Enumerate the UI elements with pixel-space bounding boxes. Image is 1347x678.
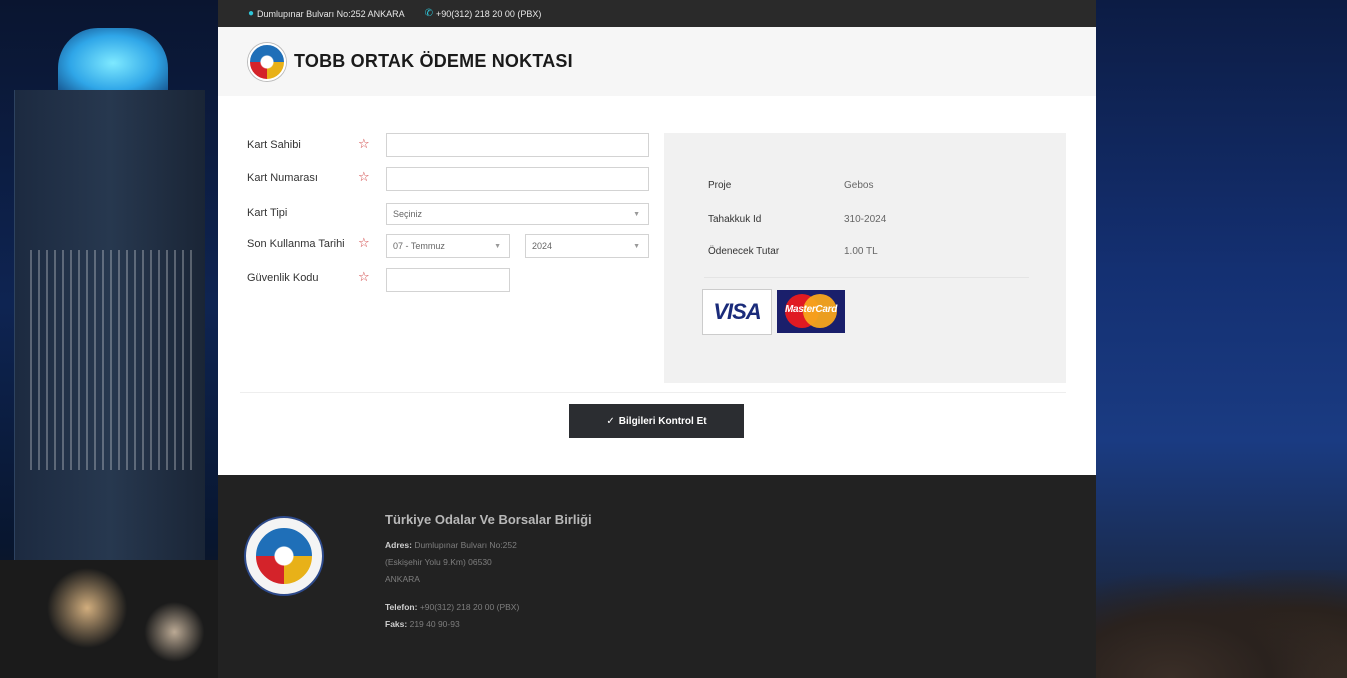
footer-address-value1: Dumlupınar Bulvarı No:252 bbox=[414, 540, 517, 550]
payment-page: ● Dumlupınar Bulvarı No:252 ANKARA ✆ +90… bbox=[218, 0, 1096, 678]
amount-label: Ödenecek Tutar bbox=[708, 246, 780, 257]
chevron-down-icon: ▼ bbox=[633, 210, 640, 218]
chevron-down-icon: ▼ bbox=[494, 242, 501, 250]
card-holder-label: Kart Sahibi bbox=[247, 139, 301, 151]
footer-address-label: Adres: bbox=[385, 540, 412, 550]
tower-lights bbox=[24, 250, 194, 470]
topbar-phone: ✆ +90(312) 218 20 00 (PBX) bbox=[425, 8, 542, 19]
visa-logo-text: VISA bbox=[713, 299, 761, 324]
footer-phone-label: Telefon: bbox=[385, 602, 418, 612]
security-code-input[interactable] bbox=[386, 268, 510, 292]
expiry-month-value: 07 - Temmuz bbox=[393, 241, 445, 251]
expiry-year-select[interactable]: 2024 ▼ bbox=[525, 234, 649, 258]
accrual-id-label: Tahakkuk Id bbox=[708, 214, 762, 225]
phone-icon: ✆ bbox=[424, 8, 434, 19]
topbar-address: ● Dumlupınar Bulvarı No:252 ANKARA bbox=[248, 8, 405, 19]
footer-phone-value: +90(312) 218 20 00 (PBX) bbox=[419, 602, 520, 612]
footer-phone: Telefon: +90(312) 218 20 00 (PBX) bbox=[385, 602, 519, 612]
footer-org-name: Türkiye Odalar Ve Borsalar Birliği bbox=[385, 512, 592, 527]
payment-summary-box: Proje Gebos Tahakkuk Id 310-2024 Ödenece… bbox=[664, 133, 1066, 383]
form-area: Kart Sahibi ☆ Kart Numarası ☆ Kart Tipi … bbox=[218, 96, 1096, 474]
accrual-id-value: 310-2024 bbox=[844, 214, 887, 225]
card-type-value: Seçiniz bbox=[393, 209, 423, 219]
footer: Türkiye Odalar Ve Borsalar Birliği Adres… bbox=[218, 475, 1096, 678]
brand-header: TOBB ORTAK ÖDEME NOKTASI bbox=[218, 27, 1096, 96]
visa-logo-icon: VISA bbox=[702, 289, 772, 335]
topbar-phone-text: +90(312) 218 20 00 (PBX) bbox=[436, 8, 542, 19]
mastercard-logo-icon: MasterCard bbox=[777, 290, 845, 333]
footer-fax: Faks: 219 40 90-93 bbox=[385, 619, 460, 629]
card-number-input[interactable] bbox=[386, 167, 649, 191]
chevron-down-icon: ▼ bbox=[633, 242, 640, 250]
card-type-select[interactable]: Seçiniz ▼ bbox=[386, 203, 649, 225]
expiry-label: Son Kullanma Tarihi bbox=[247, 238, 345, 250]
topbar-address-text: Dumlupınar Bulvarı No:252 ANKARA bbox=[257, 8, 405, 19]
tower-crown bbox=[58, 28, 168, 98]
form-divider bbox=[240, 392, 1066, 393]
footer-fax-value: 219 40 90-93 bbox=[409, 619, 460, 629]
ground-lights bbox=[0, 560, 218, 678]
project-label: Proje bbox=[708, 180, 732, 191]
project-value: Gebos bbox=[844, 180, 874, 191]
check-details-button[interactable]: ✓ Bilgileri Kontrol Et bbox=[569, 404, 744, 438]
footer-address-line1: Adres: Dumlupınar Bulvarı No:252 bbox=[385, 540, 517, 550]
top-info-bar: ● Dumlupınar Bulvarı No:252 ANKARA ✆ +90… bbox=[218, 0, 1096, 27]
card-type-label: Kart Tipi bbox=[247, 207, 288, 219]
card-number-label: Kart Numarası bbox=[247, 172, 318, 184]
location-pin-icon: ● bbox=[248, 8, 255, 19]
expiry-year-value: 2024 bbox=[532, 241, 553, 251]
tobb-seal-icon bbox=[246, 518, 322, 594]
footer-address-line3: ANKARA bbox=[385, 574, 420, 584]
footer-fax-label: Faks: bbox=[385, 619, 408, 629]
checkmark-icon: ✓ bbox=[606, 415, 615, 427]
amount-value: 1.00 TL bbox=[844, 246, 878, 257]
background-building-left bbox=[0, 0, 218, 678]
required-star-icon: ☆ bbox=[358, 235, 370, 250]
footer-address-line2: (Eskişehir Yolu 9.Km) 06530 bbox=[385, 557, 492, 567]
page-title: TOBB ORTAK ÖDEME NOKTASI bbox=[294, 51, 573, 71]
card-holder-input[interactable] bbox=[386, 133, 649, 157]
required-star-icon: ☆ bbox=[358, 269, 370, 284]
required-star-icon: ☆ bbox=[358, 136, 370, 151]
expiry-month-select[interactable]: 07 - Temmuz ▼ bbox=[386, 234, 510, 258]
required-star-icon: ☆ bbox=[358, 169, 370, 184]
background-trees bbox=[1096, 570, 1347, 678]
security-code-label: Güvenlik Kodu bbox=[247, 272, 319, 284]
check-details-label: Bilgileri Kontrol Et bbox=[618, 415, 707, 427]
summary-divider bbox=[704, 277, 1029, 278]
mastercard-logo-text: MasterCard bbox=[784, 304, 838, 315]
tobb-logo-icon bbox=[248, 42, 286, 81]
